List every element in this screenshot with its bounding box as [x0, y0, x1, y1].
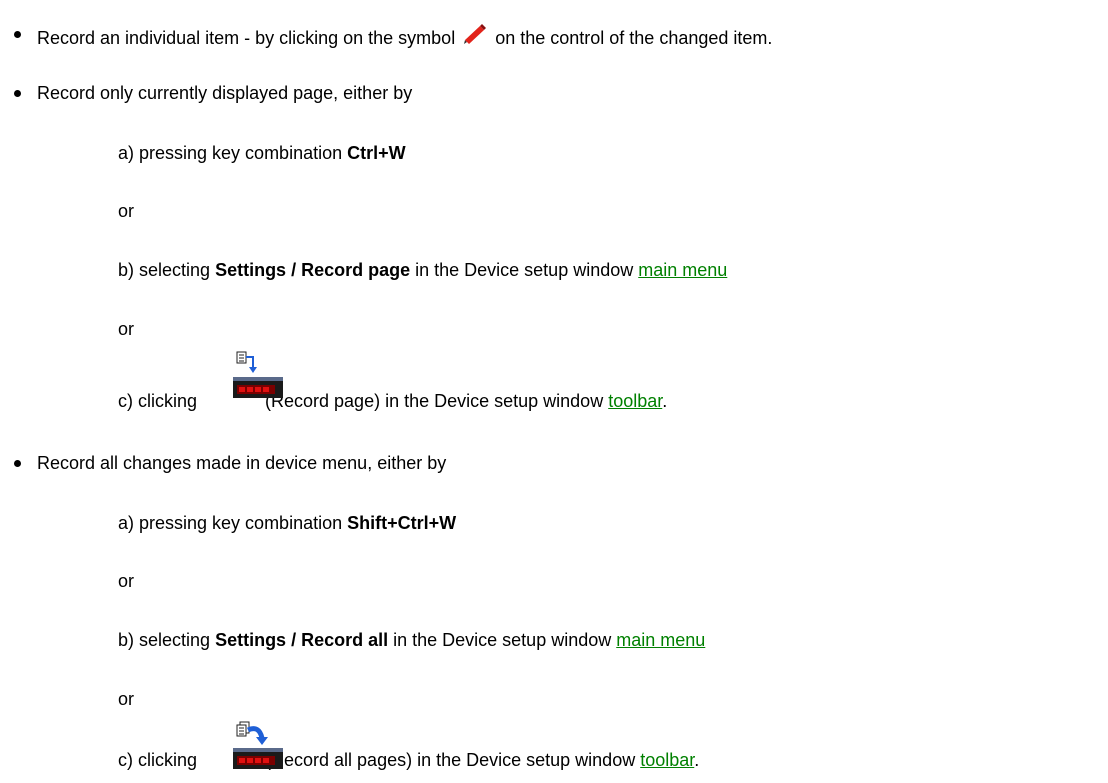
step-text: a) pressing key combination — [118, 513, 348, 533]
menu-command: Settings / Record all — [215, 630, 389, 650]
key-combination: Shift+Ctrl+W — [347, 513, 457, 533]
item-text: Record an individual item - by clicking … — [37, 28, 461, 48]
list-item-record-individual: Record an individual item - by clicking … — [14, 23, 773, 49]
main-menu-link[interactable]: main menu — [638, 260, 727, 280]
menu-command: Settings / Record page — [215, 260, 411, 280]
step-b: b) selecting Settings / Record page in t… — [118, 259, 727, 281]
pencil-icon — [464, 24, 487, 44]
main-menu-link[interactable]: main menu — [616, 630, 705, 650]
or-separator: or — [118, 201, 135, 221]
toolbar-link[interactable]: toolbar — [608, 391, 662, 411]
item-text: on the control of the changed item. — [490, 28, 773, 48]
bullet — [14, 460, 21, 467]
key-combination: Ctrl+W — [347, 143, 406, 163]
step-text: b) selecting — [118, 260, 216, 280]
or-separator: or — [118, 319, 135, 339]
step-text: b) selecting — [118, 630, 216, 650]
step-text: . — [694, 750, 700, 770]
step-text: c) clicking — [118, 750, 203, 770]
step-a: a) pressing key combination Shift+Ctrl+W — [118, 512, 456, 534]
step-text: in the Device setup window — [388, 630, 617, 650]
step-text: a) pressing key combination — [118, 143, 348, 163]
step-c: c) clicking (Record page) in the Device … — [118, 390, 667, 412]
step-text: . — [662, 391, 668, 411]
step-c: c) clicking (Record all pages) in the De… — [118, 749, 699, 771]
or-separator: or — [118, 689, 135, 709]
record-page-icon — [233, 351, 283, 398]
step-text: (Record page) in the Device setup window — [260, 391, 609, 411]
item-intro: Record all changes made in device menu, … — [37, 453, 447, 473]
item-intro: Record only currently displayed page, ei… — [37, 83, 413, 103]
bullet — [14, 90, 21, 97]
step-text: in the Device setup window — [410, 260, 639, 280]
step-text: (Record all pages) in the Device setup w… — [260, 750, 641, 770]
list-item-record-page: Record only currently displayed page, ei… — [14, 82, 413, 104]
or-separator: or — [118, 571, 135, 591]
step-a: a) pressing key combination Ctrl+W — [118, 142, 406, 164]
step-b: b) selecting Settings / Record all in th… — [118, 629, 705, 651]
toolbar-link[interactable]: toolbar — [640, 750, 694, 770]
step-text: c) clicking — [118, 391, 203, 411]
list-item-record-all: Record all changes made in device menu, … — [14, 452, 447, 474]
record-all-pages-icon — [233, 721, 283, 769]
bullet — [14, 31, 21, 38]
